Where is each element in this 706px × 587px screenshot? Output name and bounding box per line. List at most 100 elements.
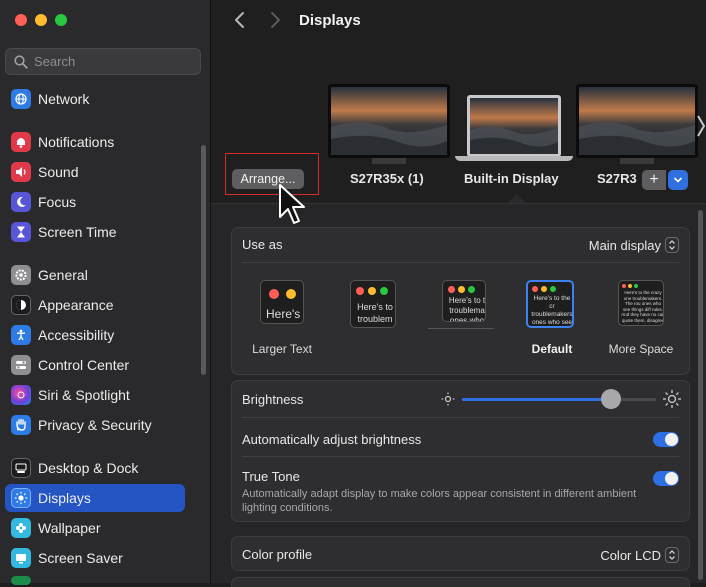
monitor-built-in-display[interactable]: Built-in Display [455,90,573,186]
sidebar-item-wallpaper[interactable]: Wallpaper [5,514,185,542]
toggle-knob [665,472,678,485]
control-center-icon [11,355,31,375]
sidebar-item-privacy-security[interactable]: Privacy & Security [5,411,185,439]
auto-brightness-toggle[interactable] [653,432,679,447]
resolution-thumbnail-selected: Here's to the cr troublemakers ones who … [526,280,574,328]
add-display-menu-button[interactable] [668,170,688,190]
screensaver-icon [11,548,31,568]
sidebar-item-label: Screen Time [38,224,117,240]
brightness-panel: Brightness Automatically adjust brightne… [231,380,690,522]
sidebar-item-general[interactable]: General [5,261,185,289]
minimize-window-button[interactable] [35,14,47,26]
slider-fill [462,398,611,401]
sidebar-item-notifications[interactable]: Notifications [5,128,185,156]
sun-large-icon [663,390,681,408]
content-scrollbar[interactable] [698,210,703,580]
forward-icon[interactable] [264,10,284,30]
brightness-slider[interactable] [462,388,656,410]
updown-chevron-icon [665,547,679,563]
sample-text: Here's [266,307,301,321]
hand-icon [11,415,31,435]
true-tone-label: True Tone [242,469,300,484]
search-input[interactable] [34,54,194,69]
color-profile-popup[interactable]: Color LCD [600,547,679,563]
sidebar-item-siri-spotlight[interactable]: Siri & Spotlight [5,381,185,409]
sidebar-item-displays[interactable]: Displays [5,484,185,512]
sample-text: Here's to troublem [357,302,393,324]
minimize-dot [286,289,296,299]
monitor-label: S27R3 [597,171,637,186]
resolution-option-larger-text[interactable]: Here's Larger Text [240,272,324,370]
laptop-base [455,156,573,161]
sidebar-item-label: Desktop & Dock [38,460,139,476]
sidebar: Network Notifications Sound Focus Screen… [0,0,211,586]
sidebar-item-partial [5,574,185,586]
close-dot [269,289,279,299]
mouse-cursor-icon [279,184,305,224]
divider [242,417,679,418]
close-window-button[interactable] [15,14,27,26]
updown-chevron-icon [665,237,679,253]
use-as-value: Main display [588,237,661,253]
sidebar-item-network[interactable]: Network [5,85,185,113]
zoom-window-button[interactable] [55,14,67,26]
sidebar-item-focus[interactable]: Focus [5,188,185,216]
settings-window: Network Notifications Sound Focus Screen… [0,0,706,587]
sidebar-item-control-center[interactable]: Control Center [5,351,185,379]
monitor-screen [328,84,450,158]
sample-text: Here's to t troublema ones who [448,296,486,322]
color-profile-value: Color LCD [600,547,661,563]
minimize-dot [368,287,376,295]
dock-icon [11,458,31,478]
resolution-option-more-space[interactable]: Here's to the crazy one troublemakers. T… [596,272,686,370]
use-as-popup[interactable]: Main display [589,237,679,253]
sidebar-item-label: Control Center [38,357,130,373]
resolution-option-default[interactable]: Here's to the cr troublemakers ones who … [512,272,592,370]
wallpaper-image [331,87,447,155]
sidebar-item-desktop-dock[interactable]: Desktop & Dock [5,454,185,482]
network-icon [11,89,31,109]
display-arrangement-strip: S27R35x (1) Built-in Display S27R3 Arran… [211,42,706,204]
zoom-dot [550,286,556,292]
monitor-s27r35x-1[interactable]: S27R35x (1) [328,84,450,186]
monitor-label: S27R35x (1) [350,171,424,186]
minimize-dot [628,284,632,288]
close-dot [622,284,626,288]
monitor-stand [372,158,406,164]
search-field[interactable] [5,48,201,75]
resolution-thumbnail: Here's [260,280,304,324]
resolution-option-2[interactable]: Here's to troublem [336,272,420,370]
slider-knob[interactable] [601,389,621,409]
sidebar-item-label: Siri & Spotlight [38,387,130,403]
chevron-down-icon [673,177,683,183]
option-label: More Space [608,342,674,356]
sidebar-item-label: Wallpaper [38,520,101,536]
scroll-right-icon[interactable] [696,114,706,138]
divider [428,328,494,329]
monitor-s27r35x-2[interactable]: S27R3 [574,84,706,186]
true-tone-description: Automatically adapt display to make colo… [242,488,637,514]
add-display-button[interactable]: + [642,170,666,190]
resolution-thumbnail: Here's to troublem [350,280,396,328]
minimize-dot [541,286,547,292]
true-tone-toggle[interactable] [653,471,679,486]
sidebar-scrollbar[interactable] [201,145,206,375]
resolution-thumbnail: Here's to the crazy one troublemakers. T… [618,280,664,326]
sidebar-item-label: Focus [38,194,77,210]
sidebar-item-screen-time[interactable]: Screen Time [5,218,185,246]
sidebar-item-appearance[interactable]: Appearance [5,291,185,319]
zoom-dot [634,284,638,288]
close-dot [356,287,364,295]
sidebar-item-screen-saver[interactable]: Screen Saver [5,544,185,572]
resolution-option-3[interactable]: Here's to t troublema ones who [428,272,512,370]
search-icon [14,54,28,69]
back-icon[interactable] [231,10,251,30]
toggle-knob [665,433,678,446]
sidebar-item-accessibility[interactable]: Accessibility [5,321,185,349]
sidebar-item-sound[interactable]: Sound [5,158,185,186]
wallpaper-icon [11,518,31,538]
sidebar-item-label: Displays [38,490,91,506]
add-display-control: + [642,170,688,190]
monitor-label: Built-in Display [464,171,559,186]
auto-brightness-label: Automatically adjust brightness [242,432,422,447]
